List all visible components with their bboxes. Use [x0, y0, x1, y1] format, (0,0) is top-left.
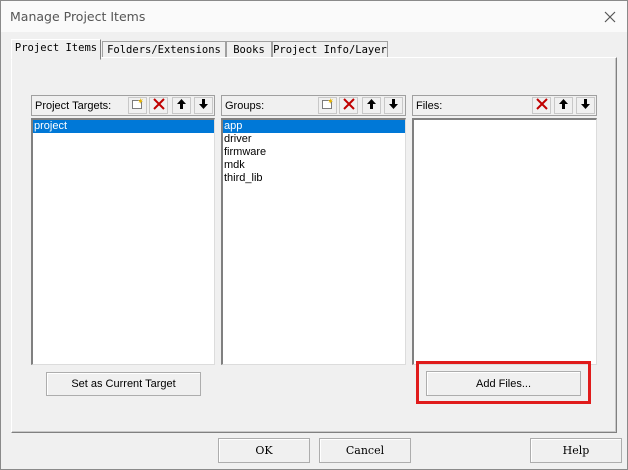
move-target-down-button[interactable] [194, 97, 213, 114]
group-item[interactable]: app [223, 120, 405, 133]
delete-file-button[interactable] [532, 97, 551, 114]
targets-header: Project Targets: [31, 95, 215, 116]
target-item-project[interactable]: project [33, 120, 214, 133]
group-item[interactable]: mdk [223, 159, 405, 172]
move-down-icon [388, 98, 399, 113]
manage-project-items-dialog: Manage Project Items Project Items Folde… [0, 0, 628, 470]
set-as-current-target-button[interactable]: Set as Current Target [46, 372, 201, 396]
groups-header: Groups: [221, 95, 406, 116]
delete-group-button[interactable] [339, 97, 358, 114]
groups-list[interactable]: app driver firmware mdk third_lib [221, 118, 406, 365]
title-bar: Manage Project Items [1, 1, 627, 32]
move-down-icon [580, 98, 591, 113]
move-file-up-button[interactable] [554, 97, 573, 114]
new-item-icon [321, 98, 334, 113]
cancel-button[interactable]: Cancel [319, 438, 411, 463]
move-up-icon [366, 98, 377, 113]
tab-books[interactable]: Books [226, 41, 272, 58]
delete-icon [342, 98, 355, 113]
targets-list[interactable]: project [31, 118, 215, 365]
tab-project-items[interactable]: Project Items [11, 39, 101, 60]
delete-icon [152, 98, 165, 113]
new-item-icon [131, 98, 144, 113]
move-up-icon [176, 98, 187, 113]
close-icon[interactable] [599, 6, 621, 28]
group-item[interactable]: firmware [223, 146, 405, 159]
move-file-down-button[interactable] [576, 97, 595, 114]
new-group-button[interactable] [318, 97, 337, 114]
move-group-up-button[interactable] [362, 97, 381, 114]
add-files-highlight [416, 361, 591, 404]
tab-project-info-layer[interactable]: Project Info/Layer [272, 41, 388, 58]
files-label: Files: [416, 100, 443, 112]
delete-target-button[interactable] [149, 97, 168, 114]
group-item[interactable]: third_lib [223, 172, 405, 185]
move-target-up-button[interactable] [172, 97, 191, 114]
new-target-button[interactable] [128, 97, 147, 114]
delete-icon [535, 98, 548, 113]
tab-folders-extensions[interactable]: Folders/Extensions [102, 41, 226, 58]
move-up-icon [558, 98, 569, 113]
targets-label: Project Targets: [35, 100, 112, 112]
ok-button[interactable]: OK [218, 438, 310, 463]
move-down-icon [198, 98, 209, 113]
move-group-down-button[interactable] [384, 97, 403, 114]
files-header: Files: [412, 95, 597, 116]
groups-label: Groups: [225, 100, 265, 112]
help-button[interactable]: Help [530, 438, 622, 463]
window-title: Manage Project Items [10, 9, 146, 24]
group-item[interactable]: driver [223, 133, 405, 146]
files-list[interactable] [412, 118, 597, 365]
